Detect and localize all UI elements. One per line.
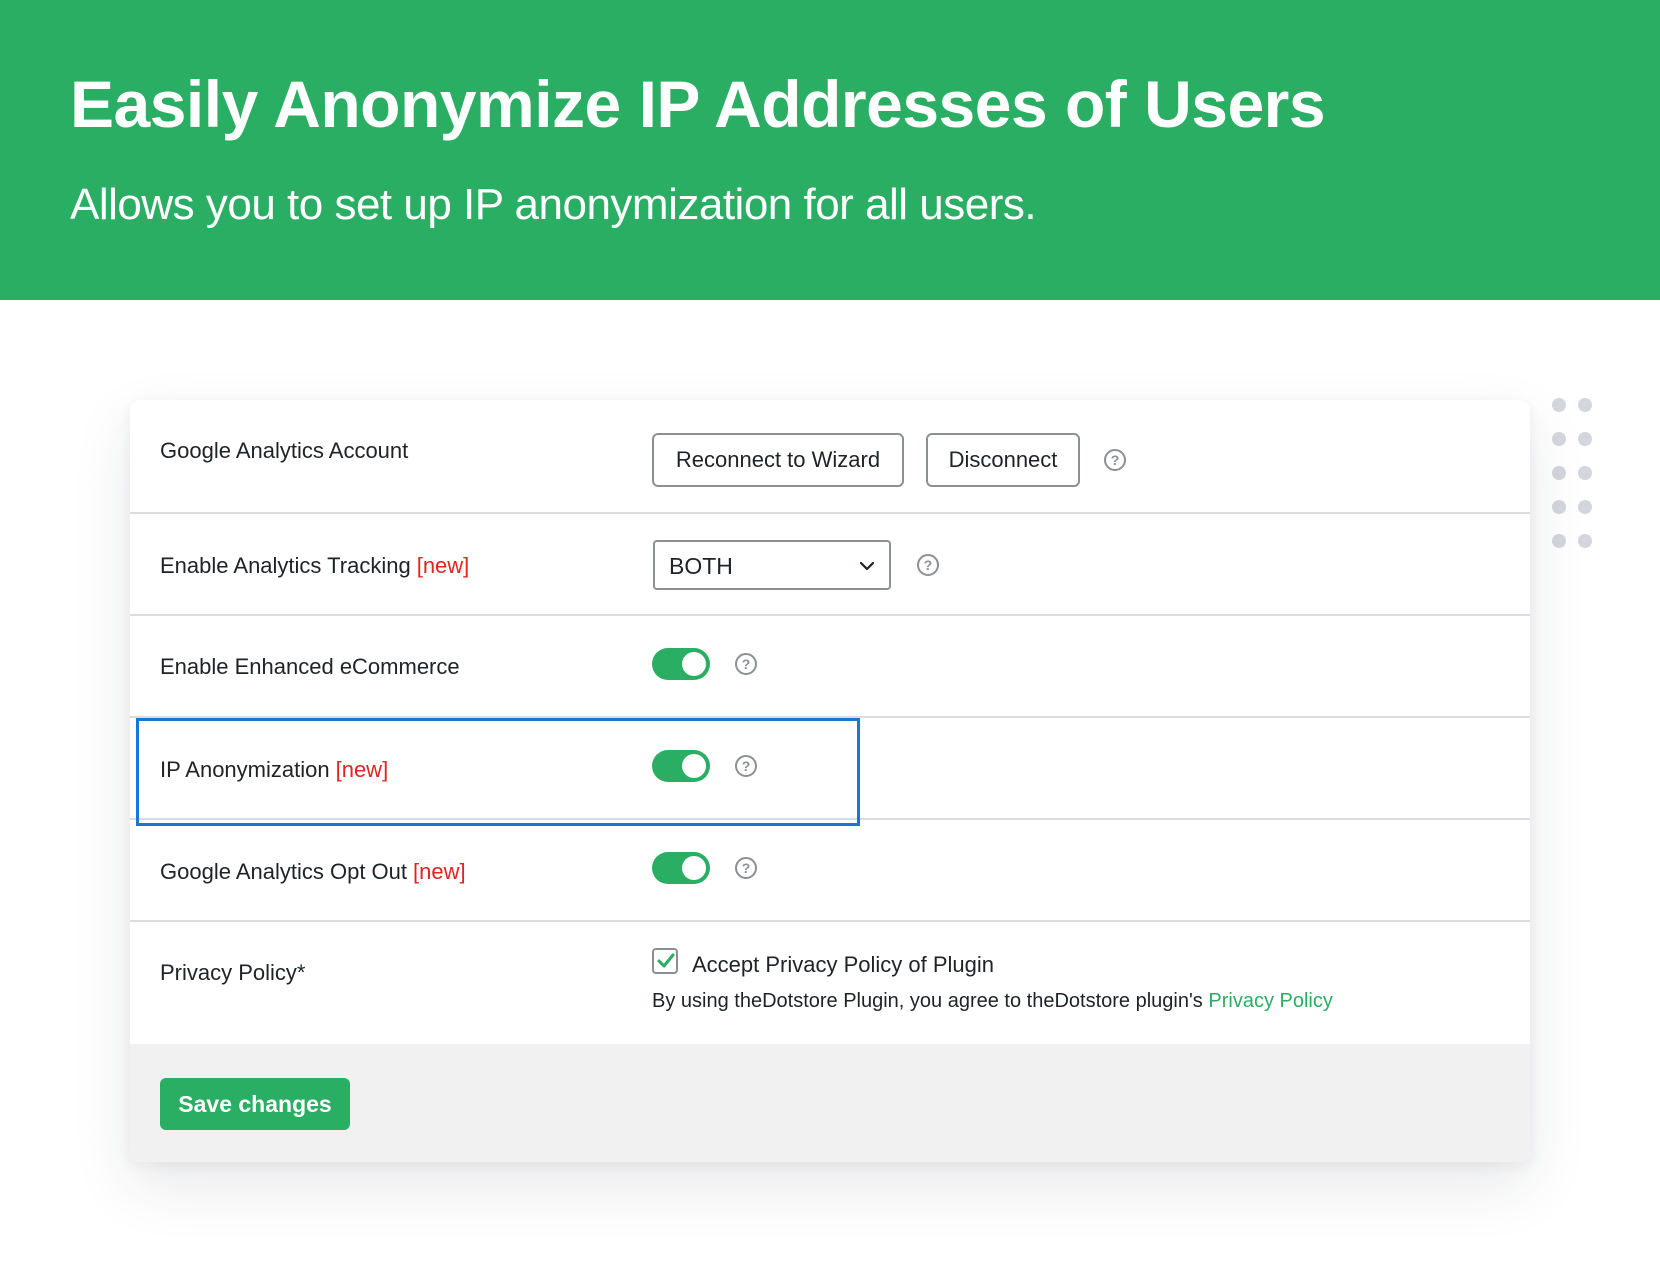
privacy-accept-label[interactable]: Accept Privacy Policy of Plugin (692, 952, 994, 978)
help-icon[interactable]: ? (917, 554, 939, 576)
privacy-policy-note: By using theDotstore Plugin, you agree t… (652, 990, 1333, 1013)
enhanced-ecommerce-toggle[interactable] (652, 648, 710, 680)
disconnect-button[interactable]: Disconnect (926, 433, 1080, 487)
chevron-down-icon (859, 561, 875, 571)
hero-subtitle: Allows you to set up IP anonymization fo… (70, 180, 1037, 229)
hero-title: Easily Anonymize IP Addresses of Users (70, 67, 1326, 141)
settings-row-tracking: Enable Analytics Tracking [new] BOTH ? (130, 514, 1530, 616)
privacy-policy-label: Privacy Policy* (160, 960, 306, 985)
ip-anonymization-highlight-box (136, 718, 860, 826)
new-badge: [new] (416, 553, 470, 578)
opt-out-label-text: Google Analytics Opt Out (160, 859, 408, 884)
privacy-policy-note-text: By using theDotstore Plugin, you agree t… (652, 990, 1203, 1012)
privacy-accept-checkbox[interactable] (652, 948, 678, 974)
enhanced-ecommerce-label: Enable Enhanced eCommerce (160, 654, 460, 679)
tracking-select-value: BOTH (669, 553, 733, 579)
checkmark-icon (657, 953, 675, 968)
settings-row-opt-out: Google Analytics Opt Out [new] ? (130, 820, 1530, 922)
settings-row-privacy-policy: Privacy Policy* Accept Privacy Policy of… (130, 922, 1530, 1044)
settings-footer: Save changes (130, 1044, 1530, 1162)
help-icon[interactable]: ? (735, 857, 757, 879)
opt-out-label: Google Analytics Opt Out [new] (160, 859, 466, 885)
settings-row-enhanced-ecommerce: Enable Enhanced eCommerce ? (130, 616, 1530, 718)
save-changes-button[interactable]: Save changes (160, 1078, 350, 1130)
toggle-knob (682, 856, 706, 880)
settings-panel: Google Analytics Account Reconnect to Wi… (130, 400, 1530, 1162)
hero-banner: Easily Anonymize IP Addresses of Users A… (0, 0, 1660, 300)
tracking-select[interactable]: BOTH (653, 540, 891, 590)
opt-out-toggle[interactable] (652, 852, 710, 884)
help-icon[interactable]: ? (735, 653, 757, 675)
tracking-label: Enable Analytics Tracking [new] (160, 553, 469, 579)
decorative-dot-grid (1552, 398, 1612, 558)
reconnect-wizard-button[interactable]: Reconnect to Wizard (652, 433, 904, 487)
settings-row-ga-account: Google Analytics Account Reconnect to Wi… (130, 400, 1530, 514)
new-badge: [new] (413, 859, 466, 884)
help-icon[interactable]: ? (1104, 449, 1126, 471)
privacy-policy-link[interactable]: Privacy Policy (1208, 990, 1332, 1012)
tracking-label-text: Enable Analytics Tracking (160, 553, 411, 578)
ga-account-label: Google Analytics Account (160, 438, 409, 463)
toggle-knob (682, 652, 706, 676)
